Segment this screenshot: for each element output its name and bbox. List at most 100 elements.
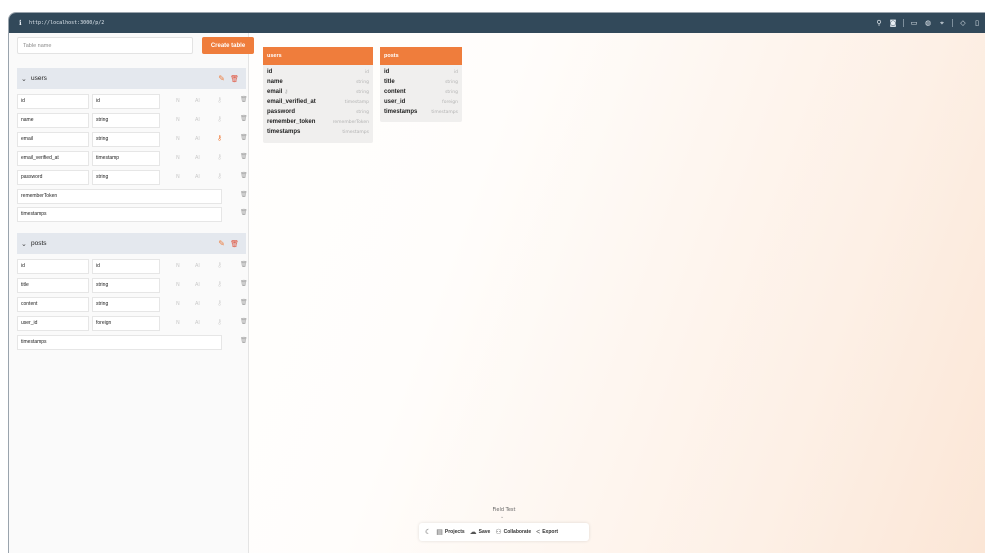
table-header-users[interactable]: ⌄ users ✎ 🗑 — [17, 68, 246, 89]
nullable-toggle[interactable]: N — [176, 301, 180, 307]
field-name-input[interactable]: email_verified_at — [17, 151, 89, 166]
field-type-select[interactable]: foreign — [92, 316, 160, 331]
code-icon[interactable]: ◇ — [959, 19, 967, 27]
link-icon[interactable]: ⚲ — [875, 19, 883, 27]
share-icon: < — [536, 528, 541, 536]
field-type-select[interactable]: id — [92, 259, 160, 274]
nullable-toggle[interactable]: N — [176, 263, 180, 269]
field-name-input[interactable]: content — [17, 297, 89, 312]
autoincrement-toggle[interactable]: AI — [195, 117, 200, 123]
trash-icon[interactable]: 🗑 — [240, 337, 248, 344]
nullable-toggle[interactable]: N — [176, 155, 180, 161]
key-icon[interactable]: ⚷ — [217, 318, 222, 326]
card-type: string — [445, 80, 458, 85]
key-icon[interactable]: ⚷ — [217, 115, 222, 123]
field-type-select[interactable]: string — [92, 170, 160, 185]
trash-icon[interactable]: 🗑 — [240, 115, 248, 122]
trash-icon[interactable]: 🗑 — [240, 96, 248, 103]
trash-icon[interactable]: 🗑 — [230, 75, 239, 83]
nullable-toggle[interactable]: N — [176, 282, 180, 288]
card-type: string — [356, 110, 369, 115]
autoincrement-toggle[interactable]: AI — [195, 263, 200, 269]
screen-icon[interactable]: ▭ — [910, 19, 918, 27]
field-type-select[interactable]: string — [92, 278, 160, 293]
field-name-input[interactable]: rememberToken — [17, 189, 222, 204]
field-type-select[interactable]: string — [92, 297, 160, 312]
trash-icon[interactable]: 🗑 — [240, 209, 248, 216]
save-button[interactable]: ☁ Save — [470, 528, 491, 536]
chevron-down-icon[interactable]: ⌄ — [21, 240, 31, 248]
nullable-toggle[interactable]: N — [176, 117, 180, 123]
users-icon: ⚇ — [495, 529, 502, 536]
trash-icon[interactable]: 🗑 — [230, 240, 239, 248]
field-name-input[interactable]: email — [17, 132, 89, 147]
autoincrement-toggle[interactable]: AI — [195, 155, 200, 161]
key-icon[interactable]: ⚷ — [217, 172, 222, 180]
target-icon[interactable]: ⌖ — [938, 19, 946, 28]
pencil-icon[interactable]: ✎ — [218, 74, 225, 83]
field-name-input[interactable]: title — [17, 278, 89, 293]
card-row: content string — [380, 88, 462, 98]
key-icon[interactable]: ⚷ — [217, 280, 222, 288]
field-name-input[interactable]: user_id — [17, 316, 89, 331]
field-type-select[interactable]: timestamp — [92, 151, 160, 166]
autoincrement-toggle[interactable]: AI — [195, 282, 200, 288]
trash-icon[interactable]: 🗑 — [240, 299, 248, 306]
trash-icon[interactable]: 🗑 — [240, 191, 248, 198]
field-name-input[interactable]: id — [17, 94, 89, 109]
pencil-icon[interactable]: ✎ — [218, 239, 225, 248]
autoincrement-toggle[interactable]: AI — [195, 174, 200, 180]
autoincrement-toggle[interactable]: AI — [195, 301, 200, 307]
info-icon[interactable]: ℹ — [19, 19, 29, 27]
chevron-down-icon[interactable]: ⌄ — [500, 514, 504, 520]
collaborate-button[interactable]: ⚇ Collaborate — [495, 528, 531, 536]
table-header-posts[interactable]: ⌄ posts ✎ 🗑 — [17, 233, 246, 254]
globe-icon[interactable]: ◍ — [924, 19, 932, 27]
browser-toolbar: ⚲ ◙ ▭ ◍ ⌖ ◇ ▯ — [875, 13, 985, 33]
field-type-select[interactable]: string — [92, 132, 160, 147]
field-type-select[interactable]: string — [92, 113, 160, 128]
field-name-input[interactable]: name — [17, 113, 89, 128]
card-title: posts — [380, 47, 462, 65]
key-icon[interactable]: ⚷ — [217, 134, 222, 142]
card-type: string — [356, 80, 369, 85]
trash-icon[interactable]: 🗑 — [240, 134, 248, 141]
diagram-card-users[interactable]: users id id name string email ⚷ string email… — [263, 47, 373, 143]
chevron-down-icon[interactable]: ⌄ — [21, 75, 31, 83]
card-field: id — [384, 69, 390, 75]
field-name-input[interactable]: timestamps — [17, 207, 222, 222]
projects-button[interactable]: ▤ Projects — [436, 528, 464, 536]
card-row: remember_token rememberToken — [263, 118, 373, 128]
camera-icon[interactable]: ◙ — [889, 19, 897, 27]
trash-icon[interactable]: 🗑 — [240, 318, 248, 325]
card-type: timestamp — [344, 100, 369, 105]
field-name-input[interactable]: timestamps — [17, 335, 222, 350]
field-row: user_id foreign N AI ⚷ 🗑 — [17, 316, 248, 331]
panel-icon[interactable]: ▯ — [973, 19, 981, 27]
table-name-input[interactable] — [17, 37, 193, 54]
key-icon[interactable]: ⚷ — [217, 299, 222, 307]
field-name-input[interactable]: password — [17, 170, 89, 185]
autoincrement-toggle[interactable]: AI — [195, 98, 200, 104]
export-button[interactable]: < Export — [536, 529, 558, 536]
key-icon[interactable]: ⚷ — [217, 96, 222, 104]
trash-icon[interactable]: 🗑 — [240, 280, 248, 287]
key-icon[interactable]: ⚷ — [217, 261, 222, 269]
trash-icon[interactable]: 🗑 — [240, 172, 248, 179]
create-table-button[interactable]: Create table — [202, 37, 254, 54]
url-bar[interactable]: http://localhost:3000/p/2 — [29, 20, 104, 26]
diagram-card-posts[interactable]: posts id id title string content string use… — [380, 47, 462, 122]
nullable-toggle[interactable]: N — [176, 174, 180, 180]
autoincrement-toggle[interactable]: AI — [195, 320, 200, 326]
theme-toggle-button[interactable]: ☾ — [425, 528, 431, 536]
trash-icon[interactable]: 🗑 — [240, 261, 248, 268]
card-type: rememberToken — [332, 120, 369, 125]
autoincrement-toggle[interactable]: AI — [195, 136, 200, 142]
nullable-toggle[interactable]: N — [176, 136, 180, 142]
trash-icon[interactable]: 🗑 — [240, 153, 248, 160]
field-type-select[interactable]: id — [92, 94, 160, 109]
nullable-toggle[interactable]: N — [176, 320, 180, 326]
field-name-input[interactable]: id — [17, 259, 89, 274]
key-icon[interactable]: ⚷ — [217, 153, 222, 161]
nullable-toggle[interactable]: N — [176, 98, 180, 104]
